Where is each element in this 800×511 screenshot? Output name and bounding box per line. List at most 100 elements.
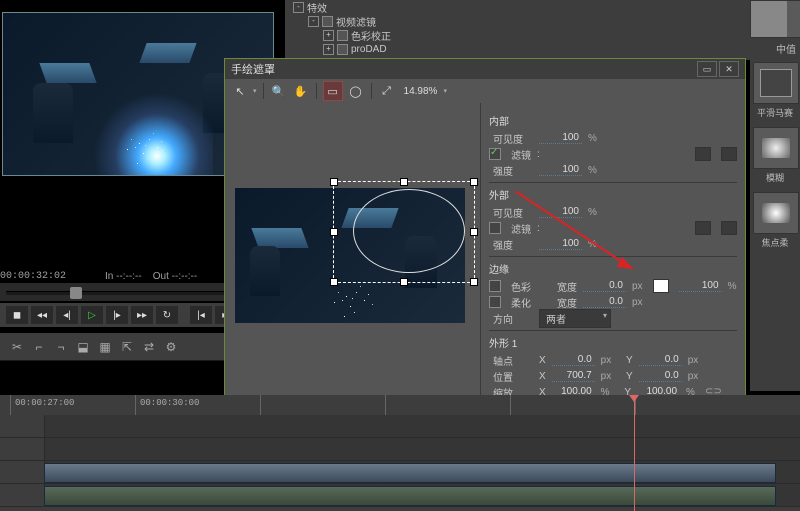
hand-tool[interactable]: ✋ [292,82,310,100]
edge-pct-value[interactable]: 100 [679,280,722,292]
effect-item[interactable]: 焦点柔 [753,192,797,249]
effect-label: 中值 [776,45,796,56]
anchor-y-value[interactable]: 0.0 [639,354,682,366]
pointer-tool[interactable]: ↖ [231,82,249,100]
anchor-x-value[interactable]: 0.0 [552,354,595,366]
dialog-toolbar: ↖▾ 🔍 ✋ ▭ ◯ ⤢ 14.98%▾ [225,79,745,104]
group-inner-label: 内部 [489,113,737,128]
resize-handle[interactable] [330,278,338,286]
resize-handle[interactable] [400,178,408,186]
rewind-button[interactable]: ◂◂ [31,306,53,324]
effect-label: 平滑马赛 [757,108,793,118]
visibility-label: 可见度 [489,131,533,146]
visibility-value[interactable]: 100 [539,206,582,218]
add-filter-button[interactable] [695,147,711,161]
position-label: 位置 [489,369,533,384]
ffwd-button[interactable]: ▸▸ [131,306,153,324]
prev-marker-button[interactable]: |◂ [190,306,212,324]
tree-checkbox[interactable] [337,30,348,41]
tree-collapse-icon[interactable]: - [293,2,304,13]
mark-in-icon[interactable]: ⌐ [30,338,48,356]
remove-filter-button[interactable] [721,147,737,161]
position-x-value[interactable]: 700.7 [552,370,595,382]
timeline-ruler[interactable]: 00:00:27:00 00:00:30:00 [10,395,800,416]
export-icon[interactable]: ⇱ [118,338,136,356]
marker-icon[interactable]: ⬓ [74,338,92,356]
loop-button[interactable]: ↻ [156,306,178,324]
mark-out-icon[interactable]: ¬ [52,338,70,356]
tree-item-label[interactable]: proDAD [351,44,387,55]
mask-canvas-area[interactable] [225,103,480,440]
strength-label: 强度 [489,237,533,252]
playhead[interactable] [634,395,635,511]
dialog-title-label: 手绘遮罩 [231,61,275,77]
mask-ellipse[interactable] [353,189,465,273]
strength-value[interactable]: 100 [539,238,582,250]
grid-icon[interactable]: ▦ [96,338,114,356]
tree-checkbox[interactable] [322,16,333,27]
track-head[interactable] [0,415,45,437]
tick-label: 00:00:30:00 [140,398,199,408]
cut-icon[interactable]: ✂ [8,338,26,356]
resize-handle[interactable] [400,278,408,286]
group-outer-label: 外部 [489,187,737,202]
visibility-value[interactable]: 100 [539,132,582,144]
tree-expand-icon[interactable]: + [323,30,334,41]
track-head[interactable] [0,438,45,460]
step-fwd-button[interactable]: |▸ [106,306,128,324]
resize-handle[interactable] [470,278,478,286]
timeline-track[interactable] [0,484,800,507]
width-value[interactable]: 0.0 [583,280,626,292]
close-button[interactable]: ✕ [719,61,739,77]
video-clip[interactable] [44,463,776,483]
step-back-button[interactable]: ◂| [56,306,78,324]
main-timeline: 00:00:27:00 00:00:30:00 [0,395,800,511]
add-filter-button[interactable] [695,221,711,235]
color-checkbox[interactable] [489,280,501,292]
visibility-label: 可见度 [489,205,533,220]
zoom-tool[interactable]: 🔍 [270,82,288,100]
effect-item[interactable]: 模糊 [753,127,797,184]
stop-button[interactable]: ◼ [6,306,28,324]
play-button[interactable]: ▷ [81,306,103,324]
resize-handle[interactable] [470,178,478,186]
group-shape-label: 外形 1 [489,335,737,350]
float-button[interactable]: ▭ [697,61,717,77]
rect-tool[interactable]: ▭ [323,81,343,101]
effect-item[interactable]: 平滑马赛 [753,62,797,119]
dialog-titlebar[interactable]: 手绘遮罩 ▭ ✕ [225,59,745,79]
strength-value[interactable]: 100 [539,164,582,176]
settings-icon[interactable]: ⚙ [162,338,180,356]
effect-item[interactable]: 中值 [750,0,800,56]
track-head[interactable] [0,461,45,483]
remove-filter-button[interactable] [721,221,737,235]
tree-collapse-icon[interactable]: - [308,16,319,27]
in-out-display: In --:--:-- Out --:--:-- [105,271,197,282]
link-icon[interactable]: ⇄ [140,338,158,356]
direction-dropdown[interactable]: 两者 [539,309,611,328]
track-head[interactable] [0,484,45,506]
soften-label: 柔化 [511,295,531,310]
filter-checkbox[interactable] [489,222,501,234]
timeline-track[interactable] [0,438,800,461]
timeline-track[interactable] [0,461,800,484]
position-y-value[interactable]: 0.0 [639,370,682,382]
tree-item-label[interactable]: 色彩校正 [351,28,391,43]
soften-value[interactable]: 0.0 [583,296,626,308]
expand-icon[interactable]: ⤢ [378,82,396,100]
tree-item-label[interactable]: 视频滤镜 [336,14,376,29]
resize-handle[interactable] [330,178,338,186]
color-swatch[interactable] [653,279,669,293]
soften-checkbox[interactable] [489,296,501,308]
resize-handle[interactable] [470,228,478,236]
zoom-value[interactable]: 14.98% [404,86,438,97]
timeline-track[interactable] [0,415,800,438]
audio-clip[interactable] [44,486,776,506]
tree-checkbox[interactable] [337,44,348,55]
tree-expand-icon[interactable]: + [323,44,334,55]
resize-handle[interactable] [330,228,338,236]
effects-tree[interactable]: -特效 -视频滤镜 +色彩校正 +proDAD [293,0,463,56]
filter-checkbox[interactable] [489,148,501,160]
ellipse-tool[interactable]: ◯ [347,82,365,100]
tick-label: 00:00:27:00 [15,398,74,408]
